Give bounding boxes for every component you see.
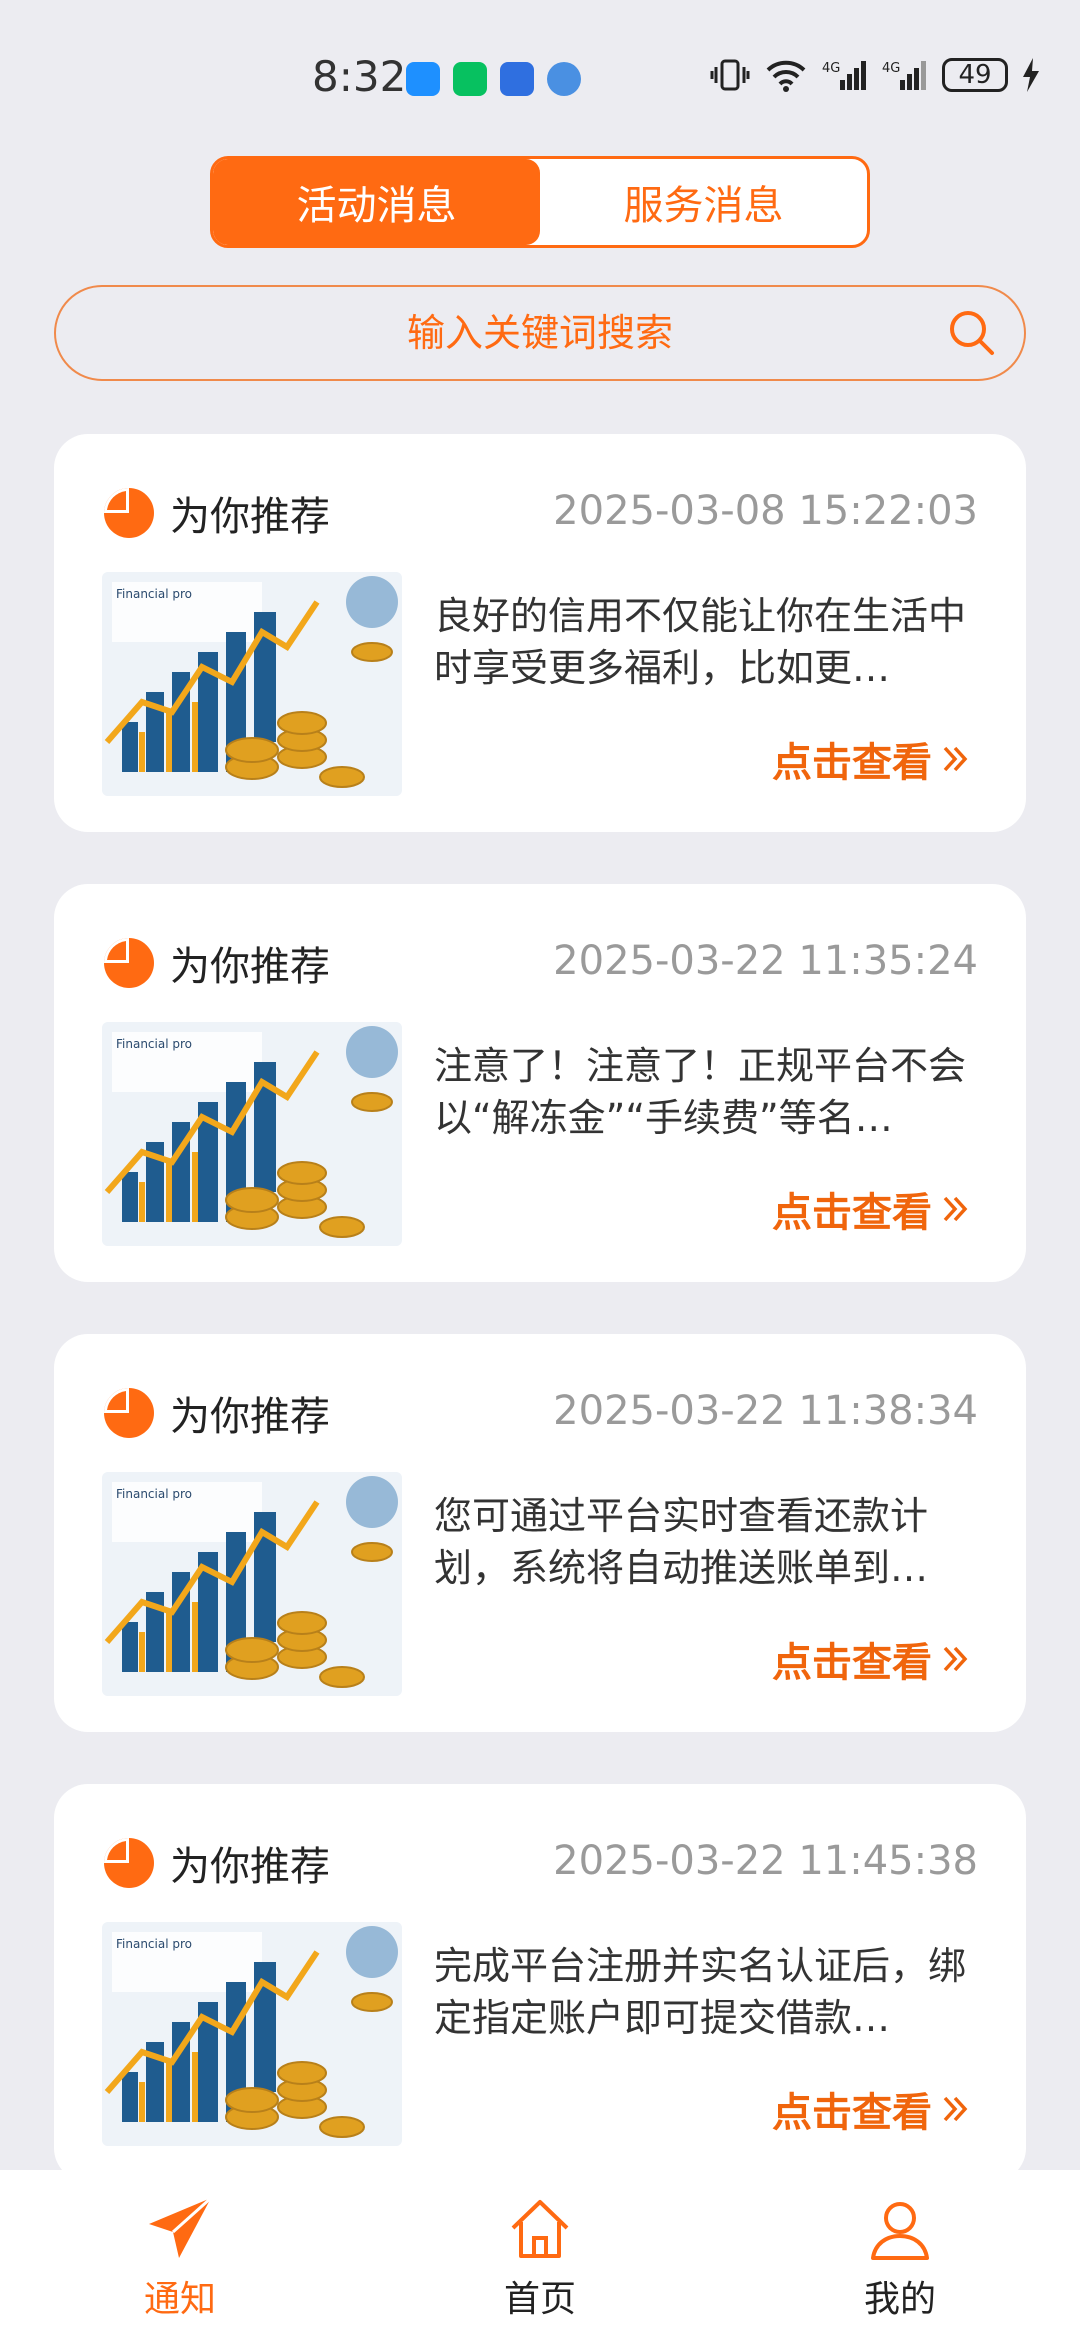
double-chevron-right-icon [943, 1646, 968, 1672]
recommend-pie-icon [104, 938, 154, 988]
message-card[interactable]: 为你推荐 2025-03-22 11:35:24 注意了！注意了！正规平台不会以… [54, 884, 1026, 1282]
message-time: 2025-03-22 11:38:34 [553, 1388, 978, 1434]
message-text: 注意了！注意了！正规平台不会以“解冻金”“手续费”等名… [434, 1044, 967, 1140]
battery-indicator: 49 [942, 58, 1008, 92]
nav-label: 通知 [143, 2279, 216, 2320]
view-details-label: 点击查看 [772, 2090, 932, 2136]
signal-icon-2: 4G [882, 61, 926, 90]
view-details-link[interactable]: 点击查看 [772, 1180, 968, 1238]
paper-plane-icon [149, 2196, 213, 2258]
financial-chart-thumbnail [102, 1922, 402, 2146]
charging-icon [1023, 58, 1039, 92]
bottom-navigation: 通知 首页 我的 [0, 2170, 1080, 2340]
financial-chart-thumbnail [102, 1022, 402, 1246]
message-type-tabs: 活动消息 服务消息 [210, 156, 870, 248]
message-card[interactable]: 为你推荐 2025-03-22 11:38:34 您可通过平台实时查看还款计划，… [54, 1334, 1026, 1732]
nav-item-home[interactable]: 首页 [360, 2170, 720, 2340]
vibrate-icon [710, 59, 750, 91]
view-details-label: 点击查看 [772, 1640, 932, 1686]
home-icon [511, 2200, 569, 2258]
svg-text:4G: 4G [822, 61, 840, 76]
message-category: 为你推荐 [170, 1394, 330, 1440]
nav-label: 首页 [503, 2279, 576, 2320]
svg-text:4G: 4G [882, 61, 900, 76]
view-details-link[interactable]: 点击查看 [772, 730, 968, 788]
search-input[interactable] [188, 310, 892, 356]
view-details-label: 点击查看 [772, 740, 932, 786]
search-bar [54, 285, 1026, 381]
nav-item-profile[interactable]: 我的 [720, 2170, 1080, 2340]
tab-activity-messages[interactable]: 活动消息 [213, 159, 540, 245]
financial-chart-thumbnail [102, 1472, 402, 1696]
nav-label: 我的 [863, 2279, 936, 2320]
recommend-pie-icon [104, 1388, 154, 1438]
message-app-icon [406, 62, 440, 96]
user-icon [871, 2202, 929, 2260]
double-chevron-right-icon [943, 2096, 968, 2122]
message-text: 您可通过平台实时查看还款计划，系统将自动推送账单到… [434, 1494, 929, 1590]
battery-level: 49 [958, 60, 992, 90]
message-time: 2025-03-22 11:45:38 [553, 1838, 978, 1884]
double-chevron-right-icon [943, 746, 968, 772]
view-details-link[interactable]: 点击查看 [772, 2080, 968, 2138]
message-time: 2025-03-08 15:22:03 [553, 488, 978, 534]
message-text: 完成平台注册并实名认证后，绑定指定账户即可提交借款… [434, 1944, 967, 2040]
recommend-pie-icon [104, 488, 154, 538]
status-bar: 8:32 4G 4G 49 [0, 0, 1080, 150]
recommend-pie-icon [104, 1838, 154, 1888]
message-text: 良好的信用不仅能让你在生活中时享受更多福利，比如更… [434, 594, 967, 690]
financial-chart-thumbnail [102, 572, 402, 796]
message-card[interactable]: 为你推荐 2025-03-22 11:45:38 完成平台注册并实名认证后，绑定… [54, 1784, 1026, 2182]
browser-icon [547, 62, 581, 96]
message-category: 为你推荐 [170, 494, 330, 540]
view-details-label: 点击查看 [772, 1190, 932, 1236]
message-category: 为你推荐 [170, 944, 330, 990]
double-chevron-right-icon [943, 1196, 968, 1222]
signal-icon: 4G [822, 61, 866, 90]
message-card[interactable]: 为你推荐 2025-03-08 15:22:03 良好的信用不仅能让你在生活中时… [54, 434, 1026, 832]
tab-service-messages[interactable]: 服务消息 [540, 159, 867, 245]
app-notification-icon [500, 62, 534, 96]
nav-item-notifications[interactable]: 通知 [0, 2170, 360, 2340]
view-details-link[interactable]: 点击查看 [772, 1630, 968, 1688]
status-time: 8:32 [312, 52, 407, 101]
wechat-icon [453, 62, 487, 96]
search-icon[interactable] [946, 307, 998, 359]
message-category: 为你推荐 [170, 1844, 330, 1890]
wifi-icon [766, 60, 806, 92]
message-time: 2025-03-22 11:35:24 [553, 938, 978, 984]
